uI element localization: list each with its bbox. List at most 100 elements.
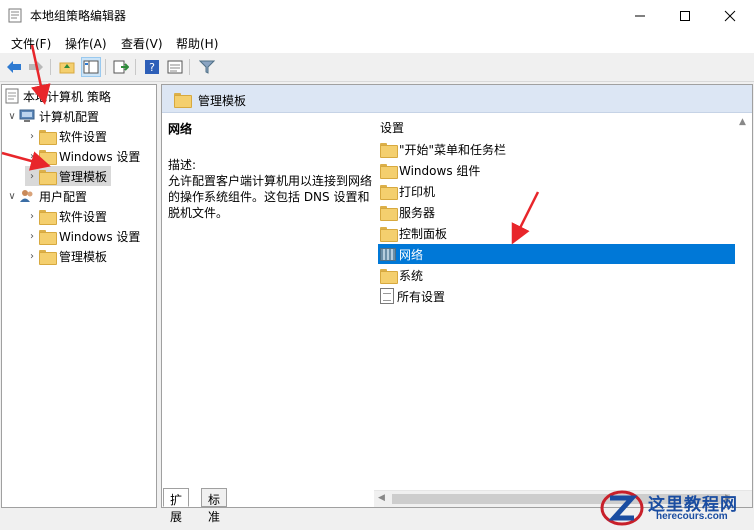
- list-item-label: 所有设置: [397, 289, 446, 304]
- policy-document-icon: [5, 88, 19, 104]
- filter-icon: [199, 60, 215, 74]
- close-button[interactable]: [707, 0, 753, 31]
- properties-icon: [167, 60, 183, 74]
- title-bar: 本地组策略编辑器: [0, 0, 754, 31]
- description-text: 允许配置客户端计算机用以连接到网络的操作系统组件。这包括 DNS 设置和脱机文件…: [168, 174, 373, 220]
- folder-icon: [380, 142, 398, 158]
- column-header-settings[interactable]: 设置: [380, 119, 404, 136]
- svg-text:?: ?: [149, 61, 155, 74]
- list-item-label: 网络: [399, 247, 424, 262]
- folder-icon: [39, 209, 57, 225]
- computer-icon: [19, 109, 35, 122]
- window-title: 本地组策略编辑器: [30, 9, 127, 23]
- tree-item-cc-admin-templates[interactable]: › 管理模板: [25, 166, 112, 186]
- tree-root[interactable]: 本地计算机 策略: [5, 86, 111, 106]
- folder-icon: [380, 205, 398, 221]
- tree-item-label: Windows 设置: [59, 149, 141, 164]
- minimize-button[interactable]: [617, 0, 663, 31]
- folder-icon: [174, 93, 192, 108]
- forward-button[interactable]: [26, 57, 46, 77]
- chevron-down-icon[interactable]: ∨: [5, 106, 19, 126]
- chevron-right-icon[interactable]: ›: [25, 126, 39, 146]
- tree-item-cc-software[interactable]: › 软件设置: [25, 126, 107, 146]
- toolbar-separator: [105, 59, 106, 75]
- help-icon: ?: [145, 60, 159, 74]
- tree-item-label: 软件设置: [59, 129, 108, 144]
- forward-arrow-icon: [29, 61, 43, 73]
- description-panel: 网络 描述: 允许配置客户端计算机用以连接到网络的操作系统组件。这包括 DNS …: [168, 121, 373, 221]
- settings-list: 设置 "开始"菜单和任务栏 Windows 组件 打印机 服务器 控制面板 网络…: [374, 113, 752, 507]
- toolbar-separator: [50, 59, 51, 75]
- list-item-label: 系统: [399, 268, 424, 283]
- tree-item-uc-admin-templates[interactable]: › 管理模板: [25, 246, 107, 266]
- menu-view[interactable]: 查看(V): [121, 35, 163, 52]
- tree-item-label: 计算机配置: [39, 109, 100, 124]
- pane-header: 管理模板: [162, 85, 752, 113]
- users-icon: [20, 190, 33, 202]
- properties-button[interactable]: [165, 57, 185, 77]
- tree-item-user-config[interactable]: ∨ 用户配置: [5, 186, 87, 206]
- list-item[interactable]: 所有设置: [378, 286, 752, 306]
- maximize-button[interactable]: [662, 0, 708, 31]
- chevron-right-icon[interactable]: ›: [25, 226, 39, 246]
- up-folder-button[interactable]: [57, 57, 77, 77]
- tree-panel: 本地计算机 策略 ∨ 计算机配置 › 软件设置 › Windows 设置 › 管…: [1, 84, 157, 508]
- list-item-label: 服务器: [399, 205, 436, 220]
- tree-item-uc-software[interactable]: › 软件设置: [25, 206, 107, 226]
- help-button[interactable]: ?: [142, 57, 162, 77]
- policy-editor-icon: [8, 8, 22, 23]
- list-item-label: 控制面板: [399, 226, 448, 241]
- list-item[interactable]: 服务器: [378, 202, 752, 222]
- tree-item-label: Windows 设置: [59, 229, 141, 244]
- tree-item-label: 软件设置: [59, 209, 108, 224]
- menu-action[interactable]: 操作(A): [65, 35, 107, 52]
- show-tree-button[interactable]: [81, 57, 101, 77]
- up-folder-icon: [59, 62, 75, 74]
- folder-icon: [39, 169, 57, 185]
- list-item[interactable]: "开始"菜单和任务栏: [378, 139, 752, 159]
- toolbar: ?: [0, 53, 754, 82]
- description-label: 描述:: [168, 158, 197, 172]
- menu-file[interactable]: 文件(F): [11, 35, 51, 52]
- chevron-right-icon[interactable]: ›: [25, 146, 39, 166]
- export-list-button[interactable]: [111, 57, 131, 77]
- tree-root-label: 本地计算机 策略: [23, 89, 111, 104]
- list-item-selected[interactable]: 网络: [378, 244, 752, 264]
- tab-extended[interactable]: 扩展: [163, 488, 190, 524]
- back-button[interactable]: [4, 57, 24, 77]
- folder-icon: [380, 226, 398, 242]
- list-item-label: Windows 组件: [399, 163, 481, 178]
- details-pane: 管理模板 网络 描述: 允许配置客户端计算机用以连接到网络的操作系统组件。这包括…: [161, 84, 753, 508]
- export-icon: [113, 60, 129, 74]
- filter-button[interactable]: [197, 57, 217, 77]
- list-item[interactable]: 打印机: [378, 181, 752, 201]
- toolbar-separator: [135, 59, 136, 75]
- scroll-up-icon[interactable]: ▲: [739, 117, 746, 127]
- list-item[interactable]: 控制面板: [378, 223, 752, 243]
- tree-item-label: 用户配置: [39, 189, 88, 204]
- chevron-right-icon[interactable]: ›: [25, 166, 39, 186]
- chevron-right-icon[interactable]: ›: [25, 206, 39, 226]
- folder-icon: [39, 249, 57, 265]
- tree-item-uc-windows[interactable]: › Windows 设置: [25, 226, 140, 246]
- watermark-subtitle: herecours.com: [656, 511, 728, 522]
- tab-standard[interactable]: 标准: [201, 488, 228, 524]
- chevron-right-icon[interactable]: ›: [25, 246, 39, 266]
- watermark-logo-icon: [600, 490, 644, 526]
- vertical-scrollbar[interactable]: ▲: [735, 113, 752, 489]
- close-icon: [724, 10, 736, 21]
- folder-icon: [39, 229, 57, 245]
- folder-icon: [39, 129, 57, 145]
- description-title: 网络: [168, 122, 193, 136]
- menu-help[interactable]: 帮助(H): [176, 35, 218, 52]
- all-settings-icon: [380, 288, 394, 304]
- tree-item-computer-config[interactable]: ∨ 计算机配置: [5, 106, 99, 126]
- tree-item-cc-windows[interactable]: › Windows 设置: [25, 146, 140, 166]
- pane-header-title: 管理模板: [198, 94, 247, 108]
- tree-panel-icon: [83, 60, 99, 74]
- scroll-left-icon[interactable]: ◀: [378, 493, 385, 503]
- list-item[interactable]: 系统: [378, 265, 752, 285]
- chevron-down-icon[interactable]: ∨: [5, 186, 19, 206]
- list-item[interactable]: Windows 组件: [378, 160, 752, 180]
- menu-bar: 文件(F) 操作(A) 查看(V) 帮助(H): [0, 31, 754, 53]
